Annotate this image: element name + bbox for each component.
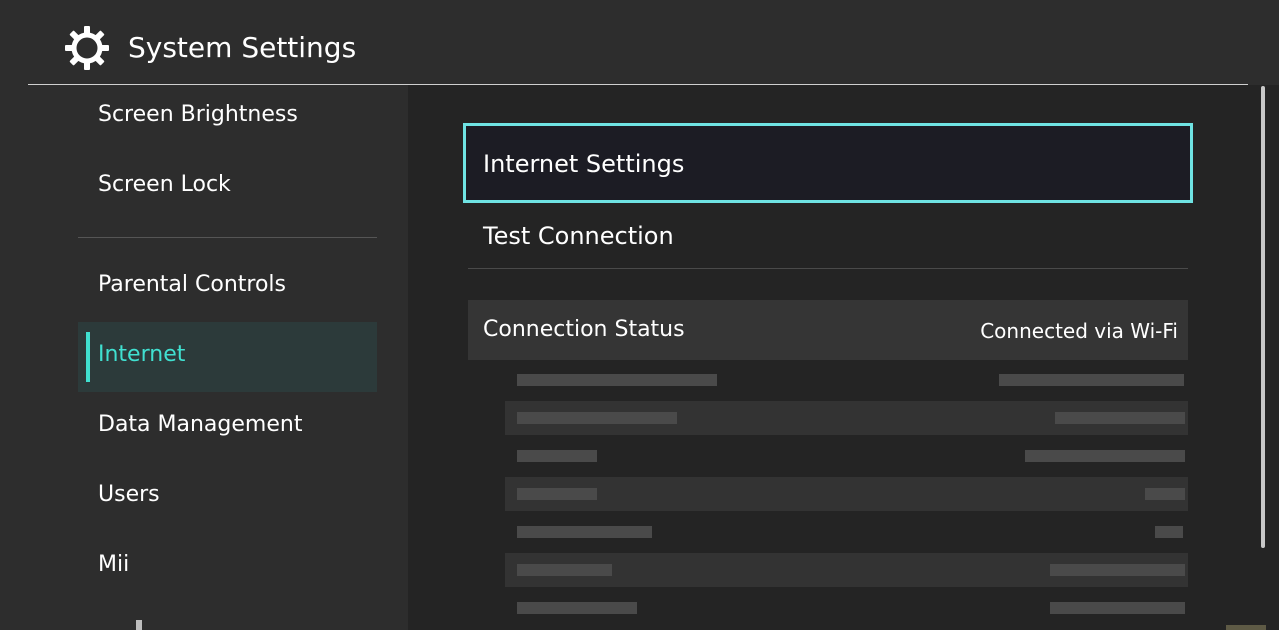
redacted-block xyxy=(1050,564,1185,576)
redacted-detail-row xyxy=(505,553,1188,587)
redacted-block xyxy=(517,412,677,424)
redacted-detail-row xyxy=(505,401,1188,435)
redacted-block xyxy=(1025,450,1185,462)
sidebar-item-screen-brightness[interactable]: Screen Brightness xyxy=(78,82,377,152)
scrollbar[interactable] xyxy=(1261,86,1265,548)
redacted-block xyxy=(1155,526,1183,538)
redacted-block xyxy=(517,526,652,538)
sidebar-item-screen-lock[interactable]: Screen Lock xyxy=(78,152,377,222)
redacted-detail-row xyxy=(505,477,1188,511)
test-connection-label: Test Connection xyxy=(483,222,674,250)
redacted-block xyxy=(517,374,717,386)
redacted-block xyxy=(999,374,1184,386)
sidebar-item-label: Parental Controls xyxy=(98,272,286,297)
page-title: System Settings xyxy=(128,31,357,64)
redacted-block xyxy=(517,602,637,614)
sidebar-item-users[interactable]: Users xyxy=(78,462,377,532)
sidebar-item-label: Internet xyxy=(98,342,186,367)
sidebar-item-data-management[interactable]: Data Management xyxy=(78,392,377,462)
sidebar-item-label: Data Management xyxy=(98,412,303,437)
redacted-block xyxy=(517,564,612,576)
redacted-detail-row xyxy=(505,515,1188,549)
redacted-block xyxy=(517,488,597,500)
redacted-block xyxy=(1145,488,1185,500)
redacted-detail-row xyxy=(505,591,1188,625)
redacted-detail-row xyxy=(505,439,1188,473)
connection-status-row: Connection Status Connected via Wi-Fi xyxy=(468,300,1188,360)
sidebar-item-partial xyxy=(98,620,158,630)
sidebar-item-label: Mii xyxy=(98,552,130,577)
test-connection-button[interactable]: Test Connection xyxy=(468,204,1188,268)
sidebar-item-label: Screen Lock xyxy=(98,172,231,197)
sidebar-item-parental-controls[interactable]: Parental Controls xyxy=(78,252,377,322)
sidebar-item-mii[interactable]: Mii xyxy=(78,532,377,602)
redacted-detail-row xyxy=(505,363,1188,397)
internet-settings-label: Internet Settings xyxy=(483,150,685,178)
redacted-block xyxy=(517,450,597,462)
sidebar-item-label: Users xyxy=(98,482,160,507)
redacted-block xyxy=(1050,602,1185,614)
corner-indicator xyxy=(1226,625,1266,630)
active-indicator xyxy=(86,332,90,382)
redacted-block xyxy=(1055,412,1185,424)
content-divider xyxy=(468,268,1188,269)
sidebar-item-internet[interactable]: Internet xyxy=(78,322,377,392)
sidebar-divider xyxy=(78,237,377,238)
connection-status-label: Connection Status xyxy=(483,317,685,342)
sidebar-item-label: Screen Brightness xyxy=(98,102,298,127)
connection-status-value: Connected via Wi-Fi xyxy=(980,319,1178,343)
gear-icon xyxy=(65,26,109,70)
internet-settings-button[interactable]: Internet Settings xyxy=(463,123,1193,203)
header: System Settings xyxy=(0,0,1279,85)
